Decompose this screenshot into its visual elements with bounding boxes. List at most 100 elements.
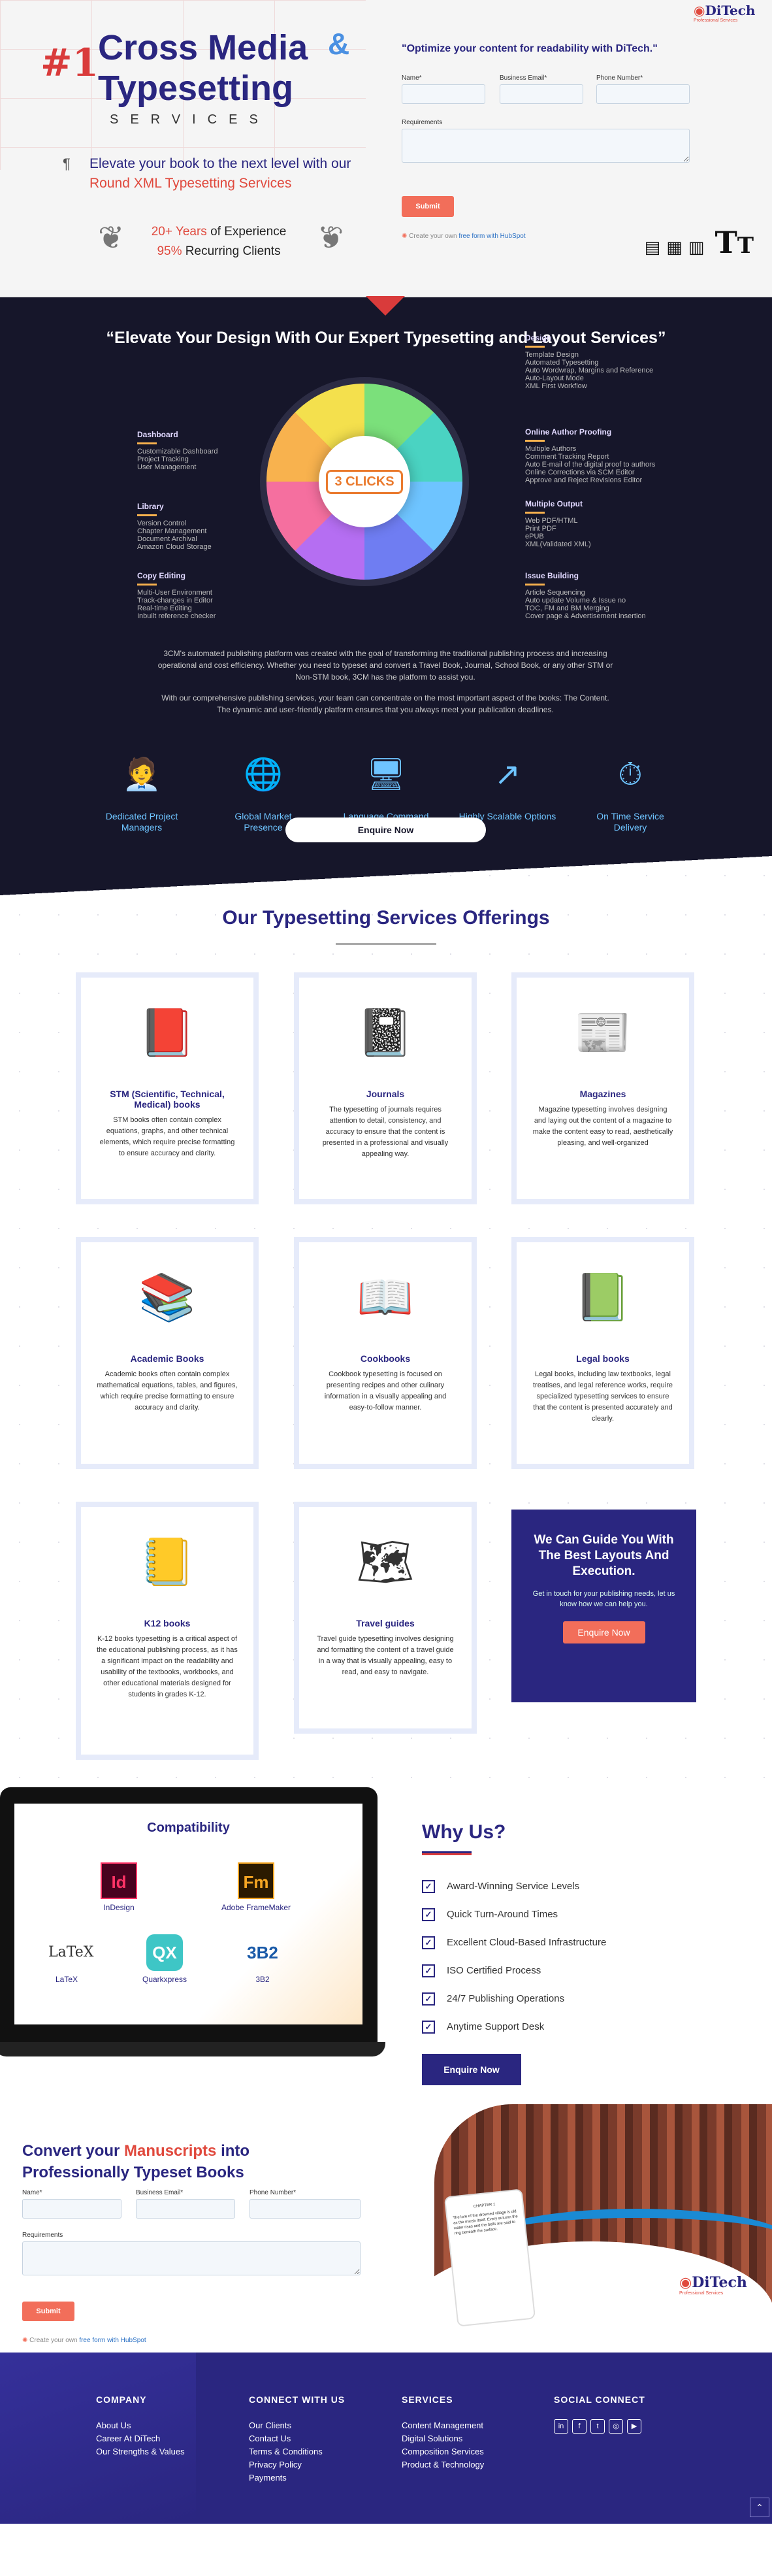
- wheel-item: Version Control: [137, 520, 187, 527]
- footer-link[interactable]: Career At DiTech: [96, 2432, 185, 2445]
- footer-link[interactable]: Content Management: [402, 2419, 484, 2432]
- service-card-journals[interactable]: 📓 Journals The typesetting of journals req…: [294, 972, 477, 1204]
- footer-link[interactable]: Product & Technology: [402, 2458, 484, 2471]
- phone-input[interactable]: [596, 84, 690, 104]
- hero-submit-button[interactable]: Submit: [402, 196, 454, 217]
- footer-link[interactable]: Contact Us: [249, 2432, 345, 2445]
- convert-heading-line2: Professionally Typeset Books: [22, 2164, 244, 2181]
- stopwatch-icon: ⏱: [618, 757, 643, 792]
- services-section: Our Typesetting Services Offerings 📕 STM …: [0, 856, 772, 1781]
- list-item: ✓ ISO Certified Process: [422, 1957, 606, 1985]
- document-icon: ▤ ▦ ▥: [644, 238, 705, 257]
- feature-on-time: ⏱ On Time Service Delivery: [581, 757, 679, 833]
- indesign-logo: Id InDesign: [80, 1862, 158, 1912]
- footer-social: SOCIAL CONNECT in f t ◎ ▶: [554, 2394, 645, 2434]
- service-card-legal[interactable]: 📗 Legal books Legal books, including law t…: [511, 1237, 694, 1469]
- footer-company: COMPANY About Us Career At DiTech Our St…: [96, 2394, 185, 2458]
- phone-label: Phone Number*: [249, 2189, 297, 2196]
- journal-image: 📓: [357, 1007, 414, 1058]
- card-title: K12 books: [144, 1618, 191, 1628]
- feature-label: Global Market Presence: [234, 811, 292, 833]
- name-field: Name*: [402, 74, 485, 104]
- instagram-icon[interactable]: ◎: [609, 2419, 623, 2434]
- name-input[interactable]: [22, 2199, 121, 2219]
- hero-ampersand: &: [328, 27, 350, 61]
- wheel-label-title: Dashboard: [137, 430, 178, 439]
- footer-link[interactable]: Terms & Conditions: [249, 2445, 345, 2458]
- wheel-item: Automated Typesetting: [525, 359, 599, 367]
- guide-text: Get in touch for your publishing needs, …: [532, 1590, 675, 1608]
- twitter-icon[interactable]: t: [590, 2419, 605, 2434]
- footer-link[interactable]: Privacy Policy: [249, 2458, 345, 2471]
- hubspot-icon: ✺: [402, 233, 408, 240]
- ditech-logo[interactable]: ◉DiTech Professional Services: [679, 2274, 747, 2296]
- services-heading: Our Typesetting Services Offerings: [222, 907, 550, 929]
- footer-link[interactable]: About Us: [96, 2419, 185, 2432]
- recurring-number: 95%: [157, 244, 182, 258]
- wheel-item: XML(Validated XML): [525, 540, 591, 548]
- name-label: Name*: [402, 74, 422, 82]
- convert-heading-text: Convert your: [22, 2142, 125, 2160]
- requirements-input[interactable]: [22, 2241, 361, 2275]
- scroll-to-top-icon[interactable]: ⌃: [750, 2498, 769, 2517]
- email-input[interactable]: [500, 84, 583, 104]
- service-card-academic[interactable]: 📚 Academic Books Academic books often cont…: [76, 1237, 259, 1469]
- framemaker-logo: Fm Adobe FrameMaker: [210, 1862, 302, 1912]
- wheel-item: Customizable Dashboard: [137, 448, 218, 455]
- service-card-travel[interactable]: 🗺 Travel guides Travel guide typesetting i…: [294, 1502, 477, 1734]
- guide-enquire-button[interactable]: Enquire Now: [562, 1621, 645, 1643]
- hubspot-link[interactable]: free form with HubSpot: [458, 233, 525, 240]
- footer-heading: SOCIAL CONNECT: [554, 2394, 645, 2405]
- footer-link[interactable]: Payments: [249, 2471, 345, 2485]
- phone-input[interactable]: [249, 2199, 361, 2219]
- 3b2-icon: 3B2: [247, 1943, 278, 1962]
- email-input[interactable]: [136, 2199, 235, 2219]
- hero-stats: 20+ Years of Experience 95% Recurring Cl…: [98, 222, 340, 261]
- card-title: STM (Scientific, Technical, Medical) boo…: [110, 1089, 225, 1110]
- youtube-icon[interactable]: ▶: [627, 2419, 641, 2434]
- hero-title-line1: Cross Media: [98, 28, 308, 67]
- card-text: Academic books often contain complex mat…: [97, 1370, 238, 1412]
- magazines-image: 📰: [574, 1007, 632, 1058]
- footer-link[interactable]: Our Strengths & Values: [96, 2445, 185, 2458]
- hubspot-text: Create your own: [29, 2337, 80, 2344]
- convert-submit-button[interactable]: Submit: [22, 2302, 74, 2321]
- service-card-cookbooks[interactable]: 📖 Cookbooks Cookbook typesetting is focuse…: [294, 1237, 477, 1469]
- ditech-logo[interactable]: ◉DiTech Professional Services: [694, 3, 755, 23]
- name-input[interactable]: [402, 84, 485, 104]
- list-item: ✓ Excellent Cloud-Based Infrastructure: [422, 1928, 606, 1957]
- feature-scalable: ↗ Highly Scalable Options: [458, 759, 556, 822]
- requirements-field: Requirements: [22, 2232, 361, 2275]
- wheel-item: Auto Wordwrap, Margins and Reference: [525, 367, 654, 374]
- service-card-magazines[interactable]: 📰 Magazines Magazine typesetting involves …: [511, 972, 694, 1204]
- logo-tag: Professional Services: [679, 2291, 724, 2296]
- requirements-input[interactable]: [402, 129, 690, 163]
- platform-paragraph-1: 3CM's automated publishing platform was …: [157, 649, 613, 682]
- linkedin-icon[interactable]: in: [554, 2419, 568, 2434]
- hero-subtitle-text: Elevate your book to the next level with…: [89, 156, 351, 171]
- feature-label: Dedicated Project Managers: [105, 811, 178, 833]
- hero-rank: #1: [40, 41, 99, 85]
- service-card-stm[interactable]: 📕 STM (Scientific, Technical, Medical) bo…: [76, 972, 259, 1204]
- globe-icon: 🌐: [244, 757, 283, 792]
- footer-link[interactable]: Digital Solutions: [402, 2432, 484, 2445]
- wheel-label-design: Design Template Design Automated Typesett…: [525, 334, 653, 390]
- logo-tag: Professional Services: [694, 18, 738, 23]
- footer-link[interactable]: Composition Services: [402, 2445, 484, 2458]
- facebook-icon[interactable]: f: [572, 2419, 587, 2434]
- recurring-text: Recurring Clients: [182, 244, 281, 258]
- card-title: Travel guides: [356, 1618, 415, 1628]
- hero-section: #1 Cross Media Typesetting & SERVICES ¶ …: [0, 0, 772, 297]
- framemaker-icon: Fm: [238, 1862, 274, 1899]
- hubspot-link[interactable]: free form with HubSpot: [79, 2337, 146, 2344]
- why-enquire-button[interactable]: Enquire Now: [422, 2054, 521, 2085]
- card-title: Journals: [366, 1089, 405, 1099]
- wheel-label-title: Design: [525, 333, 552, 342]
- requirements-label: Requirements: [22, 2232, 63, 2239]
- platform-enquire-button[interactable]: Enquire Now: [285, 817, 486, 842]
- hubspot-text: Create your own: [409, 233, 459, 240]
- phone-field: Phone Number*: [249, 2189, 361, 2219]
- wheel-item: Inbuilt reference checker: [137, 612, 216, 620]
- footer-link[interactable]: Our Clients: [249, 2419, 345, 2432]
- service-card-k12[interactable]: 📒 K12 books K-12 books typesetting is a cr…: [76, 1502, 259, 1760]
